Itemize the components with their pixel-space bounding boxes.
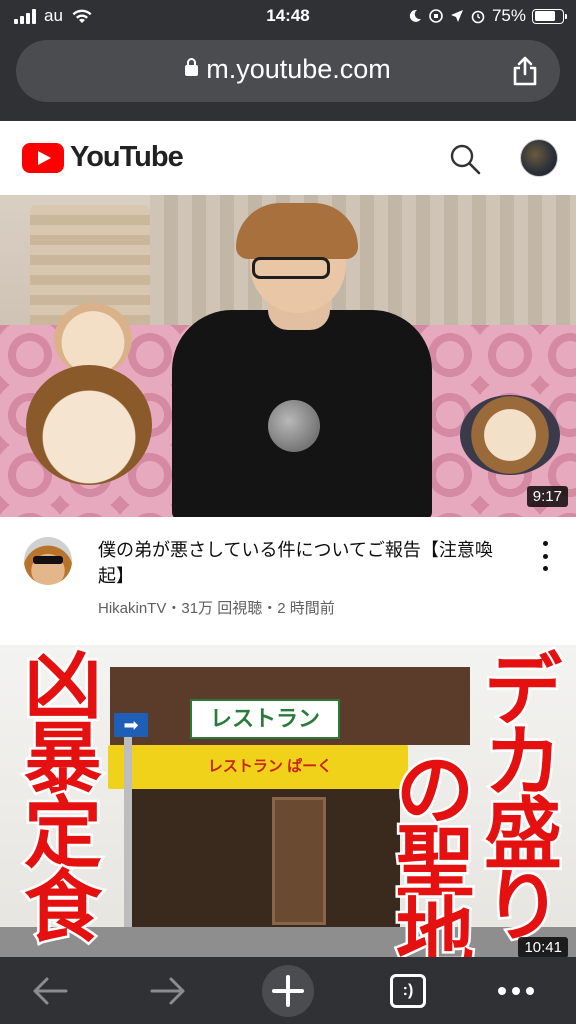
new-tab-circle	[262, 964, 314, 1017]
menu-dot-icon	[498, 986, 506, 995]
search-icon[interactable]	[448, 142, 482, 176]
thumbnail-overlay-right-a: デ カ 盛 り	[481, 646, 564, 952]
thumbnail-pole	[124, 737, 132, 947]
video-duration-badge: 10:41	[518, 937, 568, 957]
youtube-header: YouTube	[0, 121, 576, 195]
location-icon	[450, 10, 463, 22]
thumbnail-door	[272, 797, 326, 925]
youtube-logo-text: YouTube	[70, 141, 184, 173]
video-thumbnail-2[interactable]: レストラン レストラン ぱーく ➡ 凶 暴 定 食 デ カ 盛 り の 聖 地 …	[0, 645, 576, 957]
thumbnail-overlay-left: 凶 暴 定 食	[21, 645, 104, 953]
video-info-1[interactable]: 僕の弟が悪さしている件についてご報告【注意喚起】 HikakinTV・31万 回…	[0, 517, 576, 645]
thumbnail-shop-sign: レストラン	[190, 699, 340, 739]
status-bar: au 14:48 75%	[0, 0, 576, 34]
youtube-logo[interactable]: YouTube	[22, 141, 184, 174]
url-display[interactable]: m.youtube.com	[16, 54, 560, 85]
thumbnail-plush-right	[460, 395, 560, 475]
browser-chrome-top: au 14:48 75% m.youtube.com	[0, 0, 576, 121]
tab-switcher-button[interactable]: :)	[384, 957, 432, 1024]
tab-switcher-icon: :)	[390, 973, 426, 1008]
thumbnail-street-sign: ➡	[114, 713, 148, 737]
moon-icon	[409, 9, 421, 22]
thumbnail-shirt-print	[268, 400, 320, 452]
browser-toolbar: :)	[0, 957, 576, 1024]
plus-icon	[272, 974, 304, 1007]
video-thumbnail-1[interactable]: 9:17	[0, 195, 576, 517]
new-tab-button[interactable]	[260, 957, 316, 1024]
lock-icon	[185, 58, 199, 76]
thumbnail-awning-text: レストラン ぱーく	[207, 758, 333, 775]
menu-dot-icon	[512, 986, 520, 995]
share-icon[interactable]	[510, 55, 540, 87]
url-text: m.youtube.com	[206, 54, 391, 84]
forward-button[interactable]	[140, 957, 196, 1024]
thumbnail-person-hair	[236, 203, 358, 259]
youtube-play-icon	[22, 142, 64, 173]
video-duration-badge: 9:17	[526, 486, 568, 507]
alarm-icon	[471, 10, 485, 24]
thumbnail-plush-large	[26, 365, 152, 485]
battery-icon	[532, 8, 567, 24]
video-meta: HikakinTV・31万 回視聴・2 時間前	[98, 600, 335, 617]
thumbnail-overlay-right-b: の 聖 地	[393, 746, 476, 958]
arrow-left-icon	[33, 977, 68, 1004]
more-options-icon[interactable]	[537, 541, 553, 571]
account-avatar[interactable]	[520, 139, 558, 177]
battery-percent: 75%	[491, 6, 526, 25]
menu-dot-icon	[526, 986, 534, 995]
video-title[interactable]: 僕の弟が悪さしている件についてご報告【注意喚起】	[98, 537, 508, 589]
thumbnail-shopfront	[130, 789, 400, 929]
thumbnail-person-glasses	[252, 257, 330, 279]
channel-avatar[interactable]	[24, 537, 72, 585]
status-right: 75%	[408, 6, 567, 26]
address-bar[interactable]: m.youtube.com	[16, 40, 560, 102]
orientation-lock-icon	[429, 9, 443, 23]
back-button[interactable]	[22, 957, 78, 1024]
menu-button[interactable]	[490, 957, 542, 1024]
arrow-right-icon	[150, 977, 185, 1004]
